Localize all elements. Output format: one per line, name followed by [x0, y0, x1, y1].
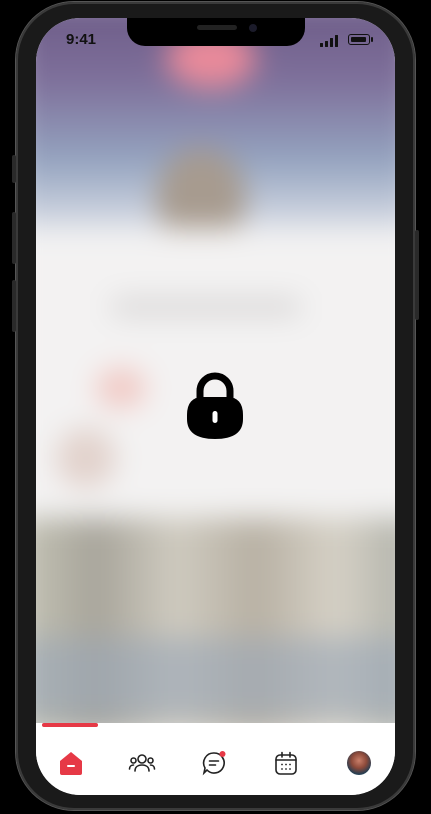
tab-home[interactable] — [57, 749, 85, 777]
status-time: 9:41 — [66, 31, 97, 48]
power-button — [415, 230, 419, 320]
tab-profile[interactable] — [345, 749, 373, 777]
battery-icon — [348, 34, 370, 45]
signal-icon — [320, 35, 338, 47]
volume-down-button — [12, 280, 16, 332]
tab-people[interactable] — [128, 749, 156, 777]
tab-calendar[interactable] — [272, 749, 300, 777]
notification-dot — [219, 751, 226, 757]
calendar-icon — [275, 751, 297, 775]
tab-active-indicator — [42, 723, 98, 727]
mute-switch — [12, 155, 16, 183]
volume-up-button — [12, 212, 16, 264]
status-bar: 9:41 — [36, 18, 395, 62]
avatar — [347, 751, 371, 775]
people-icon — [128, 754, 156, 772]
notch — [127, 18, 305, 46]
tab-chat[interactable] — [200, 749, 228, 777]
lock-icon — [187, 372, 243, 439]
app-screen: 9:41 — [36, 18, 395, 795]
chat-icon — [202, 751, 226, 776]
tab-bar — [36, 723, 395, 795]
home-icon — [60, 752, 82, 775]
